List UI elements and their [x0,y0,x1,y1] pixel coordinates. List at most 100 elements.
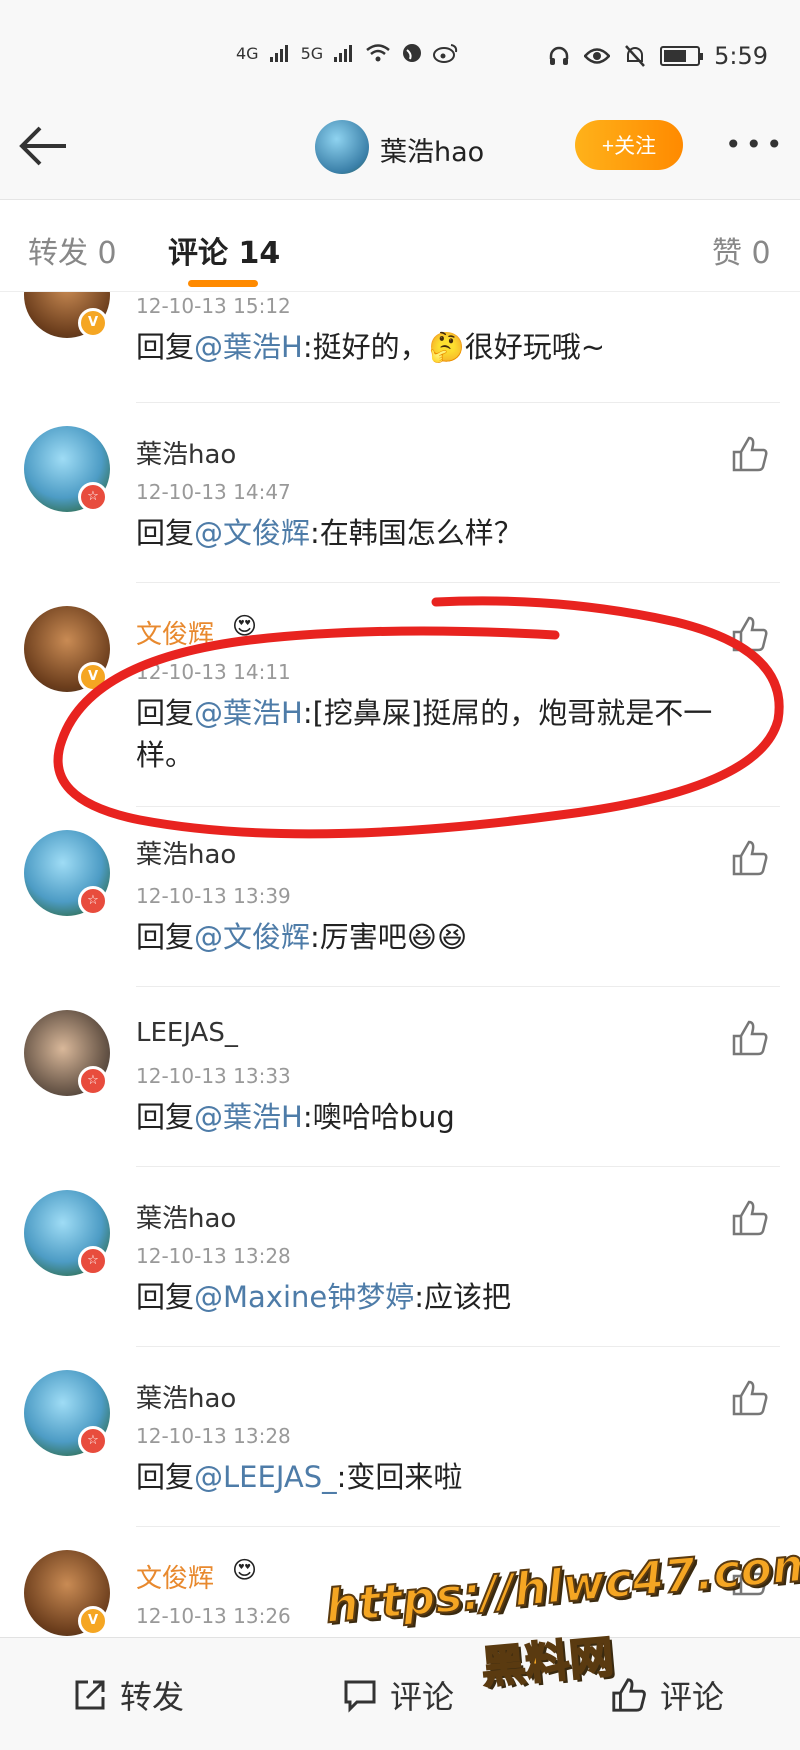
battery-level [664,50,687,62]
comment-time: 12-10-13 13:28 [136,1424,291,1448]
divider [136,806,780,807]
comment-text: 回复@葉浩H:[挖鼻屎]挺屌的，炮哥就是不一样。 [136,692,756,776]
thumbs-up-icon[interactable] [730,838,770,878]
verified-badge-icon: V [78,1606,108,1636]
user-name[interactable]: 文俊辉 [136,614,214,651]
comment-text: 回复@LEEJAS_:变回来啦 [136,1456,756,1498]
wifi-icon [366,44,390,62]
mention-link[interactable]: @文俊辉 [194,920,310,954]
comment-time: 12-10-13 15:12 [136,294,291,318]
like-button[interactable]: 评论 [610,1672,724,1718]
thumbs-up-icon[interactable] [730,1018,770,1058]
comment-text: 回复@葉浩H:挺好的，🤔很好玩哦~ [136,326,756,368]
comment-button[interactable]: 评论 [342,1672,454,1718]
divider [136,1526,780,1527]
mention-link[interactable]: @葉浩H [194,330,303,364]
repost-label: 转发 [120,1678,185,1716]
verified-badge-icon: V [78,662,108,692]
thumbs-up-icon[interactable] [730,434,770,474]
comment-body: :变回来啦 [336,1460,463,1494]
thumbs-up-icon[interactable] [730,1378,770,1418]
mention-link[interactable]: @葉浩H [194,1100,303,1134]
verified-badge-icon: ☆ [78,1426,108,1456]
mention-link[interactable]: @葉浩H [194,696,303,730]
comment-time: 12-10-13 13:28 [136,1244,291,1268]
headphones-icon [549,46,569,65]
comment-list[interactable]: V 12-10-13 15:12 回复@葉浩H:挺好的，🤔很好玩哦~ ☆ 葉浩h… [0,292,800,1637]
comment-time: 12-10-13 14:11 [136,660,291,684]
reply-prefix: 回复 [136,696,195,730]
tab-comments[interactable]: 评论 14 [168,228,280,272]
page-title[interactable]: 葉浩hao [380,130,484,169]
system-indicators: 5:59 [548,42,768,70]
signal-bars-icon [334,45,353,62]
signal-indicators: 4G 5G [236,42,459,64]
user-name[interactable]: 葉浩hao [136,834,236,871]
status-bar: 4G 5G 5:59 [0,0,800,110]
mention-link[interactable]: @文俊辉 [194,516,310,550]
like-label: 评论 [660,1678,725,1716]
divider [136,986,780,987]
repost-button[interactable]: 转发 [72,1672,184,1718]
tab-reposts[interactable]: 转发 0 [28,228,117,272]
comment-body: :挺好的，🤔很好玩哦~ [302,330,606,364]
follow-button[interactable]: +关注 [575,120,683,170]
comment-body: :噢哈哈bug [302,1100,455,1134]
comment-icon [344,1680,376,1713]
reply-prefix: 回复 [136,516,195,550]
tab-likes[interactable]: 赞 0 [712,228,771,272]
eye-icon [584,48,611,64]
user-name[interactable]: 葉浩hao [136,1378,236,1415]
user-name[interactable]: LEEJAS_ [136,1018,238,1048]
bottom-action-bar: 转发 评论 评论 [0,1637,800,1750]
verified-badge-icon: ☆ [78,482,108,512]
verified-badge-icon: V [78,308,108,338]
comment-text: 回复@葉浩H:噢哈哈bug [136,1096,756,1138]
globe-icon [403,44,422,62]
verified-badge-icon: ☆ [78,886,108,916]
divider [136,582,780,583]
user-name[interactable]: 文俊辉 [136,1558,214,1595]
verified-badge-icon: ☆ [78,1246,108,1276]
vip-crown-icon: 😍 [232,612,258,640]
comment-body: :在韩国怎么样？ [310,516,523,550]
thumbs-up-icon[interactable] [730,1558,770,1598]
comment-text: 回复@文俊辉:在韩国怎么样？ [136,512,756,554]
back-arrow-icon[interactable] [18,124,78,184]
share-icon [75,1680,105,1710]
mention-link[interactable]: @LEEJAS_ [194,1460,337,1494]
header-avatar[interactable] [315,120,369,174]
comment-time: 12-10-13 13:33 [136,1064,291,1088]
reply-prefix: 回复 [136,1460,195,1494]
thumbs-up-icon[interactable] [730,614,770,654]
reply-prefix: 回复 [136,330,195,364]
comment-text: 回复@Maxine钟梦婷:应该把 [136,1276,756,1318]
thumbs-up-icon[interactable] [730,1198,770,1238]
active-tab-indicator [188,280,258,287]
header: 葉浩hao +关注 ••• [0,110,800,200]
comment-time: 12-10-13 13:39 [136,884,291,908]
reply-prefix: 回复 [136,1100,195,1134]
user-name[interactable]: 葉浩hao [136,1198,236,1235]
divider [136,1346,780,1347]
tab-bar: 转发 0 评论 14 赞 0 [0,200,800,292]
comment-body: :厉害吧😆😆 [310,920,468,954]
signal-5g-label: 5G [300,43,324,63]
comment-body: :应该把 [414,1280,512,1314]
verified-badge-icon: ☆ [78,1066,108,1096]
signal-4g-label: 4G [236,43,259,63]
comment-time: 12-10-13 14:47 [136,480,291,504]
divider [136,402,780,403]
battery-icon [660,46,704,66]
comment-label: 评论 [390,1678,455,1716]
divider [136,1166,780,1167]
reply-prefix: 回复 [136,920,195,954]
user-name[interactable]: 葉浩hao [136,434,236,471]
mention-link[interactable]: @Maxine钟梦婷 [194,1280,414,1314]
weibo-icon [433,44,458,63]
more-options-icon[interactable]: ••• [725,128,787,161]
thumbs-up-icon [612,1678,646,1712]
reply-prefix: 回复 [136,1280,195,1314]
comment-time: 12-10-13 13:26 [136,1604,291,1628]
bell-muted-icon [625,45,646,67]
